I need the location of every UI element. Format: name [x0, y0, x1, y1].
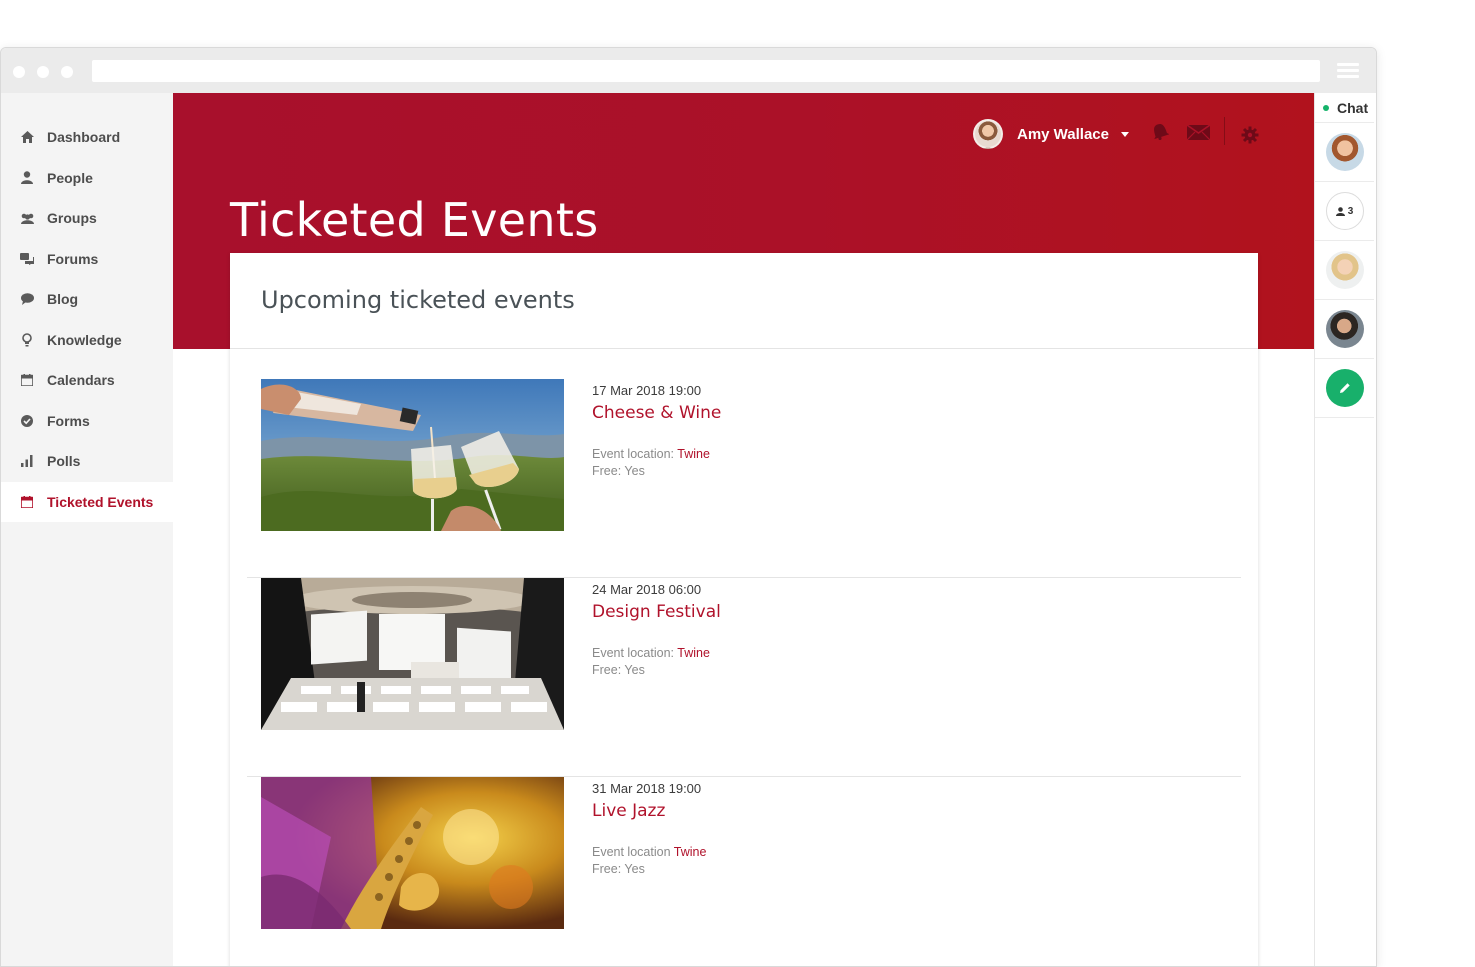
event-title-link[interactable]: Design Festival: [592, 602, 721, 622]
avatar: [1325, 251, 1364, 289]
event-image-conference[interactable]: [261, 578, 564, 730]
sidebar-item-calendars[interactable]: Calendars: [1, 360, 173, 401]
sidebar-item-label: Knowledge: [47, 331, 122, 348]
header-divider: [1224, 117, 1225, 145]
chat-label: Chat: [1337, 99, 1369, 116]
event-location: Event location: Twine: [592, 447, 721, 461]
sidebar-item-label: People: [47, 169, 93, 186]
event-location-label: Event location: [592, 845, 671, 859]
bar-chart-icon: [19, 453, 35, 469]
event-item[interactable]: 24 Mar 2018 06:00 Design Festival Event …: [247, 578, 1241, 777]
avatar: [1325, 310, 1364, 348]
event-item[interactable]: 31 Mar 2018 19:00 Live Jazz Event locati…: [247, 777, 1241, 966]
window-maximize-dot[interactable]: [61, 66, 73, 78]
calendar-icon: [19, 372, 35, 388]
person-icon: [1335, 206, 1345, 216]
event-title-link[interactable]: Cheese & Wine: [592, 403, 721, 423]
event-date: 31 Mar 2018 19:00: [592, 781, 702, 796]
chat-compose-slot: [1315, 359, 1374, 418]
chat-header[interactable]: Chat: [1315, 93, 1374, 123]
section-title: Upcoming ticketed events: [230, 253, 1258, 349]
group-icon: [19, 210, 35, 226]
chat-sidebar: Chat 3: [1314, 93, 1374, 966]
event-location: Event location Twine: [592, 845, 706, 859]
sidebar-item-blog[interactable]: Blog: [1, 279, 173, 320]
check-circle-icon: [19, 413, 35, 429]
mail-icon[interactable]: [1186, 124, 1211, 145]
event-location-label: Event location:: [592, 646, 674, 660]
window-close-dot[interactable]: [13, 66, 25, 78]
event-image-jazz[interactable]: [261, 777, 564, 929]
event-image-wine[interactable]: [261, 379, 564, 531]
sidebar-item-label: Polls: [47, 453, 81, 470]
user-name: Amy Wallace: [1017, 125, 1109, 143]
event-location-link[interactable]: Twine: [677, 646, 710, 660]
sidebar-item-polls[interactable]: Polls: [1, 441, 173, 482]
window-minimize-dot[interactable]: [37, 66, 49, 78]
chat-group[interactable]: 3: [1315, 182, 1374, 241]
sidebar-item-label: Dashboard: [47, 129, 121, 146]
event-meta: 17 Mar 2018 19:00 Cheese & Wine Event lo…: [592, 383, 721, 478]
calendar-icon: [19, 494, 35, 510]
speech-bubble-icon: [19, 291, 35, 307]
event-free: Free: Yes: [592, 663, 645, 677]
event-meta: 24 Mar 2018 06:00 Design Festival Event …: [592, 582, 721, 677]
event-location-label: Event location:: [592, 447, 674, 461]
forum-icon: [19, 251, 35, 267]
address-bar[interactable]: [92, 60, 1320, 82]
chat-contact[interactable]: [1315, 241, 1374, 300]
sidebar-item-label: Forms: [47, 412, 90, 429]
online-status-dot: [1323, 104, 1329, 111]
page-title: Ticketed Events: [230, 193, 599, 247]
sidebar-item-knowledge[interactable]: Knowledge: [1, 320, 173, 361]
home-icon: [19, 129, 35, 145]
sidebar-item-label: Forums: [47, 250, 99, 267]
sidebar-item-groups[interactable]: Groups: [1, 198, 173, 239]
sidebar-item-label: Ticketed Events: [47, 493, 154, 510]
event-location: Event location: Twine: [592, 646, 721, 660]
sidebar-item-label: Calendars: [47, 372, 115, 389]
hamburger-menu-icon[interactable]: [1337, 63, 1359, 79]
sidebar-item-ticketed-events[interactable]: Ticketed Events: [1, 481, 173, 522]
event-date: 24 Mar 2018 06:00: [592, 582, 702, 597]
events-card: Upcoming ticketed events 17 Mar 2018 19:…: [230, 253, 1258, 966]
sidebar: Dashboard People Groups Forums Blog Know…: [1, 93, 173, 966]
browser-window: Dashboard People Groups Forums Blog Know…: [0, 47, 1377, 967]
event-location-link[interactable]: Twine: [674, 845, 707, 859]
lightbulb-icon: [19, 332, 35, 348]
sidebar-item-forums[interactable]: Forums: [1, 239, 173, 280]
browser-titlebar: [1, 48, 1376, 93]
event-free: Free: Yes: [592, 862, 645, 876]
chat-contact[interactable]: [1315, 123, 1374, 182]
event-location-link[interactable]: Twine: [677, 447, 710, 461]
group-count: 3: [1347, 205, 1354, 217]
pencil-icon: [1339, 383, 1350, 393]
user-menu[interactable]: Amy Wallace: [973, 119, 1129, 149]
event-date: 17 Mar 2018 19:00: [592, 383, 702, 398]
sidebar-item-dashboard[interactable]: Dashboard: [1, 117, 173, 158]
event-item[interactable]: 17 Mar 2018 19:00 Cheese & Wine Event lo…: [247, 379, 1241, 578]
event-title-link[interactable]: Live Jazz: [592, 801, 706, 821]
person-icon: [19, 170, 35, 186]
sidebar-item-label: Groups: [47, 210, 97, 227]
gear-icon[interactable]: [1241, 126, 1259, 149]
event-meta: 31 Mar 2018 19:00 Live Jazz Event locati…: [592, 781, 706, 876]
event-free: Free: Yes: [592, 464, 645, 478]
chat-contact[interactable]: [1315, 300, 1374, 359]
sidebar-item-forms[interactable]: Forms: [1, 401, 173, 442]
sidebar-item-people[interactable]: People: [1, 158, 173, 199]
avatar: [973, 119, 1003, 149]
avatar: [1325, 133, 1364, 171]
chevron-down-icon: [1121, 131, 1129, 137]
sidebar-item-label: Blog: [47, 291, 79, 308]
compose-button[interactable]: [1325, 369, 1364, 407]
bell-icon[interactable]: [1151, 123, 1170, 145]
group-count-badge: 3: [1325, 192, 1364, 230]
